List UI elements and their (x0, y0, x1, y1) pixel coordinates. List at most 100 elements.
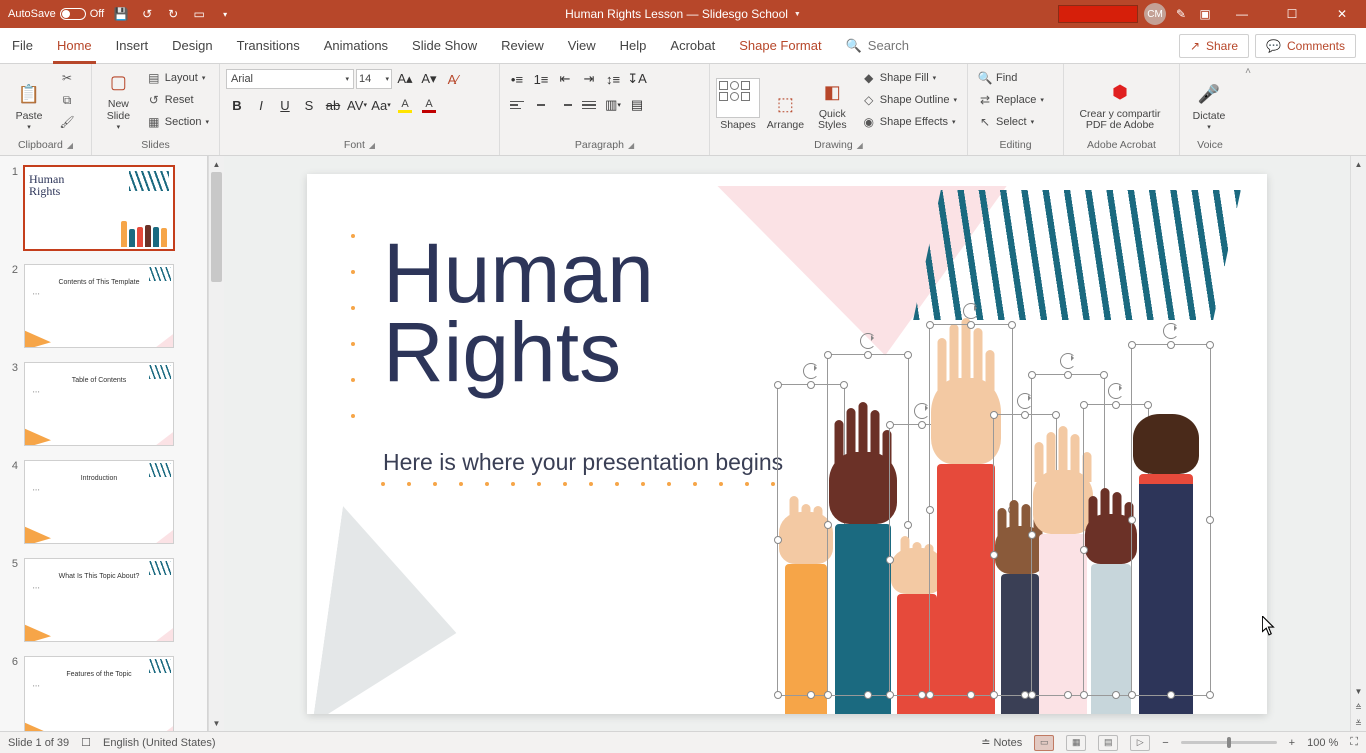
decrease-indent-button[interactable]: ⇤ (554, 68, 576, 90)
zoom-slider[interactable] (1181, 741, 1277, 744)
slide-title[interactable]: Human Rights (383, 234, 654, 394)
copy-button[interactable]: ⧉ (56, 90, 78, 110)
accessibility-icon[interactable]: ☐ (81, 736, 91, 749)
notes-button[interactable]: ≐ Notes (981, 736, 1022, 749)
thumbnail-scrollbar[interactable]: ▲ ▼ (208, 156, 224, 731)
font-color-button[interactable]: A (418, 94, 440, 116)
dialog-launcher-icon[interactable]: ◢ (369, 141, 375, 150)
shape-fill-button[interactable]: ◆Shape Fill▾ (858, 68, 961, 88)
rotate-handle-icon[interactable] (1163, 323, 1179, 339)
align-center-button[interactable] (530, 94, 552, 116)
rotate-handle-icon[interactable] (1060, 353, 1076, 369)
tab-file[interactable]: File (0, 28, 45, 63)
dialog-launcher-icon[interactable]: ◢ (67, 141, 73, 150)
tab-home[interactable]: Home (45, 28, 104, 63)
slide-canvas[interactable]: Human Rights Here is where your presenta… (224, 156, 1350, 731)
thumbnail-panel[interactable]: 1HumanRights2Contents of This Template▪ … (0, 156, 208, 731)
hand-shape[interactable] (897, 548, 937, 714)
next-slide-icon[interactable]: ≚ (1351, 715, 1366, 731)
dialog-launcher-icon[interactable]: ◢ (628, 141, 634, 150)
account-name-area[interactable] (1058, 5, 1138, 23)
prev-slide-icon[interactable]: ≙ (1351, 699, 1366, 715)
ribbon-options-icon[interactable]: ▣ (1196, 5, 1214, 23)
line-spacing-button[interactable]: ↕≡ (602, 68, 624, 90)
shapes-button[interactable]: Shapes (716, 68, 760, 132)
paste-button[interactable]: 📋Paste▾ (6, 68, 52, 132)
tab-slideshow[interactable]: Slide Show (400, 28, 489, 63)
tab-help[interactable]: Help (608, 28, 659, 63)
hand-shape[interactable] (1091, 514, 1131, 714)
comments-button[interactable]: 💬Comments (1255, 34, 1356, 58)
new-slide-button[interactable]: ▢New Slide▾ (98, 68, 139, 132)
select-button[interactable]: ↖Select▾ (974, 112, 1048, 132)
dialog-launcher-icon[interactable]: ◢ (857, 141, 863, 150)
slide-thumbnail[interactable]: Introduction▪ ▪ ▪ (24, 460, 174, 544)
hand-shape[interactable] (937, 378, 995, 714)
tab-animations[interactable]: Animations (312, 28, 400, 63)
scroll-up-icon[interactable]: ▲ (209, 156, 224, 172)
tab-review[interactable]: Review (489, 28, 556, 63)
minimize-button[interactable]: ― (1220, 0, 1264, 28)
bullets-button[interactable]: •≡ (506, 68, 528, 90)
tab-acrobat[interactable]: Acrobat (658, 28, 727, 63)
hand-shape[interactable] (1001, 526, 1039, 714)
slide-subtitle[interactable]: Here is where your presentation begins (383, 449, 783, 476)
slideshow-view-button[interactable]: ▷ (1130, 735, 1150, 751)
rotate-handle-icon[interactable] (1108, 383, 1124, 399)
smartart-button[interactable]: ▤ (626, 94, 648, 116)
highlight-button[interactable]: A (394, 94, 416, 116)
tab-insert[interactable]: Insert (104, 28, 161, 63)
strikethrough-button[interactable]: ab (322, 94, 344, 116)
change-case-button[interactable]: Aa▾ (370, 94, 392, 116)
search-box[interactable]: 🔍 Search (846, 38, 909, 54)
bold-button[interactable]: B (226, 94, 248, 116)
document-title[interactable]: Human Rights Lesson — Slidesgo School ▼ (565, 7, 801, 21)
cut-button[interactable]: ✂ (56, 68, 78, 88)
collapse-ribbon-button[interactable]: ˄ (1240, 64, 1256, 155)
align-justify-button[interactable] (578, 94, 600, 116)
font-name-combo[interactable]: Arial▾ (226, 69, 354, 89)
zoom-out-button[interactable]: − (1162, 737, 1168, 749)
arrange-button[interactable]: ⬚Arrange (764, 68, 807, 132)
hand-shape[interactable] (1039, 470, 1087, 714)
slide-thumbnail[interactable]: Contents of This Template▪ ▪ ▪ (24, 264, 174, 348)
columns-button[interactable]: ▥▾ (602, 94, 624, 116)
shape-outline-button[interactable]: ◇Shape Outline▾ (858, 90, 961, 110)
from-beginning-icon[interactable]: ▭ (190, 5, 208, 23)
adobe-pdf-button[interactable]: ⬢Crear y compartir PDF de Adobe (1070, 68, 1170, 132)
scroll-down-icon[interactable]: ▼ (1351, 683, 1366, 699)
replace-button[interactable]: ⇄Replace▾ (974, 90, 1048, 110)
shrink-font-button[interactable]: A▾ (418, 68, 440, 90)
tab-transitions[interactable]: Transitions (225, 28, 312, 63)
save-icon[interactable]: 💾 (112, 5, 130, 23)
reset-button[interactable]: ↺Reset (143, 90, 213, 110)
zoom-in-button[interactable]: + (1289, 737, 1295, 749)
slide-thumbnail[interactable]: What Is This Topic About?▪ ▪ ▪ (24, 558, 174, 642)
align-right-button[interactable] (554, 94, 576, 116)
slide-counter[interactable]: Slide 1 of 39 (8, 737, 69, 749)
slide-thumbnail[interactable]: Features of the Topic▪ ▪ ▪ (24, 656, 174, 731)
zoom-level[interactable]: 100 % (1307, 737, 1338, 749)
reading-view-button[interactable]: ▤ (1098, 735, 1118, 751)
char-spacing-button[interactable]: AV▾ (346, 94, 368, 116)
redo-icon[interactable]: ↻ (164, 5, 182, 23)
canvas-scrollbar[interactable]: ▲ ▼ ≙ ≚ (1350, 156, 1366, 731)
normal-view-button[interactable]: ▭ (1034, 735, 1054, 751)
scroll-up-icon[interactable]: ▲ (1351, 156, 1366, 172)
fit-to-window-button[interactable]: ⛶ (1350, 736, 1358, 749)
tab-view[interactable]: View (556, 28, 608, 63)
clear-formatting-button[interactable]: A⁄ (442, 68, 464, 90)
shadow-button[interactable]: S (298, 94, 320, 116)
qat-more-icon[interactable]: ▾ (216, 5, 234, 23)
grow-font-button[interactable]: A▴ (394, 68, 416, 90)
section-button[interactable]: ▦Section▾ (143, 112, 213, 132)
numbering-button[interactable]: 1≡ (530, 68, 552, 90)
underline-button[interactable]: U (274, 94, 296, 116)
hand-shape[interactable] (835, 452, 891, 714)
tab-shape-format[interactable]: Shape Format (727, 28, 833, 63)
rotate-handle-icon[interactable] (803, 363, 819, 379)
maximize-button[interactable]: ☐ (1270, 0, 1314, 28)
format-painter-button[interactable]: 🖌 (56, 112, 78, 132)
shape-effects-button[interactable]: ◉Shape Effects▾ (858, 112, 961, 132)
scroll-down-icon[interactable]: ▼ (209, 715, 224, 731)
